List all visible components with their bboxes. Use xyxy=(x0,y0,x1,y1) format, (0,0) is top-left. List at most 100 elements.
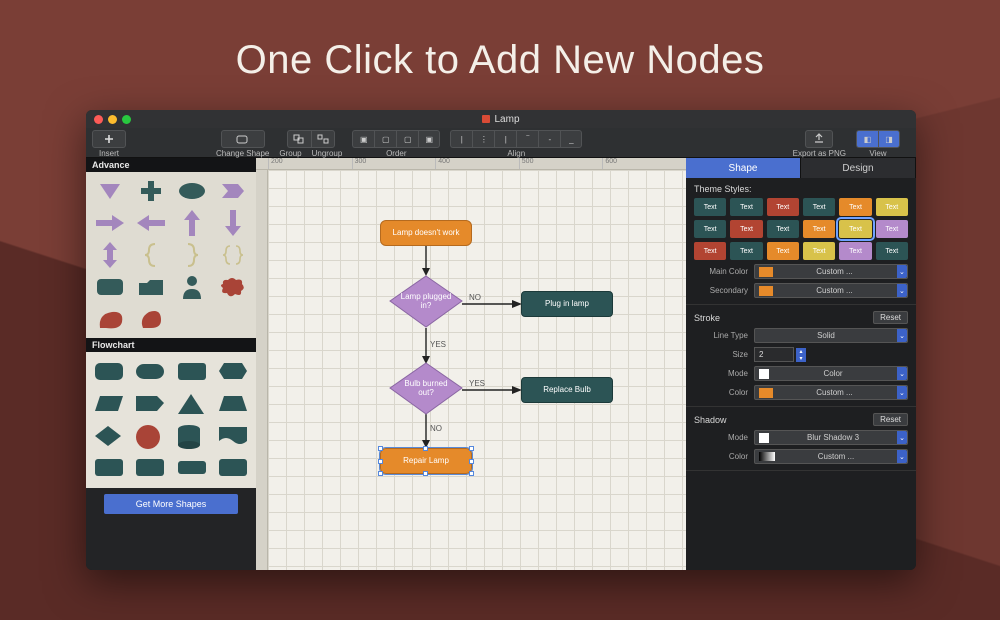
align-top-button[interactable]: ‾ xyxy=(516,130,538,148)
theme-swatch-5[interactable]: Text xyxy=(876,198,908,216)
theme-swatch-11[interactable]: Text xyxy=(876,220,908,238)
fc-diamond[interactable] xyxy=(94,424,124,448)
align-left-button[interactable]: | xyxy=(450,130,472,148)
order-back-button[interactable]: ▣ xyxy=(418,130,440,148)
shape-burst[interactable] xyxy=(218,274,248,300)
fc-cylinder[interactable] xyxy=(177,424,207,448)
shape-roundrect[interactable] xyxy=(95,274,125,300)
node-decision-plugged[interactable]: Lamp plugged in? xyxy=(388,274,464,329)
line-type-dropdown[interactable]: Solid⌄ xyxy=(754,328,908,343)
node-replace-bulb[interactable]: Replace Bulb xyxy=(521,377,613,403)
order-front-button[interactable]: ▣ xyxy=(352,130,374,148)
shape-brace-right[interactable] xyxy=(177,242,207,268)
resize-handle-se[interactable] xyxy=(469,471,474,476)
theme-swatch-12[interactable]: Text xyxy=(694,242,726,260)
node-repair-lamp[interactable]: Repair Lamp xyxy=(380,448,472,474)
order-backward-button[interactable]: ▢ xyxy=(396,130,418,148)
node-plug-in[interactable]: Plug in lamp xyxy=(521,291,613,317)
theme-swatch-13[interactable]: Text xyxy=(730,242,762,260)
fc-doc[interactable] xyxy=(218,424,248,448)
resize-handle-w[interactable] xyxy=(378,459,383,464)
fc-pill[interactable] xyxy=(135,360,165,384)
tab-shape[interactable]: Shape xyxy=(686,158,801,178)
shape-arrow-right[interactable] xyxy=(95,210,125,236)
ungroup-button[interactable] xyxy=(311,130,335,148)
resize-handle-sw[interactable] xyxy=(378,471,383,476)
resize-handle-ne[interactable] xyxy=(469,446,474,451)
group-button[interactable] xyxy=(287,130,311,148)
theme-swatch-2[interactable]: Text xyxy=(767,198,799,216)
stroke-reset-button[interactable]: Reset xyxy=(873,311,908,324)
step-up-icon[interactable]: ▴ xyxy=(796,348,806,355)
theme-swatch-3[interactable]: Text xyxy=(803,198,835,216)
step-down-icon[interactable]: ▾ xyxy=(796,355,806,362)
fc-rect2[interactable] xyxy=(94,456,124,480)
shape-plus[interactable] xyxy=(136,178,166,204)
view-right-toggle[interactable]: ◨ xyxy=(878,130,900,148)
shape-person[interactable] xyxy=(177,274,207,300)
resize-handle-nw[interactable] xyxy=(378,446,383,451)
change-shape-button[interactable] xyxy=(221,130,265,148)
resize-handle-s[interactable] xyxy=(423,471,428,476)
node-start[interactable]: Lamp doesn't work xyxy=(380,220,472,246)
shape-chevron[interactable] xyxy=(218,178,248,204)
fc-hex[interactable] xyxy=(218,360,248,384)
shape-arrow-up[interactable] xyxy=(177,210,207,236)
view-left-toggle[interactable]: ◧ xyxy=(856,130,878,148)
fc-trap[interactable] xyxy=(218,392,248,416)
shape-ellipse[interactable] xyxy=(177,178,207,204)
shape-leaf[interactable] xyxy=(95,306,125,332)
fc-rect4[interactable] xyxy=(177,456,207,480)
stroke-mode-dropdown[interactable]: Color⌄ xyxy=(754,366,908,381)
stroke-size-field[interactable]: 2 xyxy=(754,347,794,362)
tab-design[interactable]: Design xyxy=(801,158,916,178)
stroke-color-dropdown[interactable]: Custom ...⌄ xyxy=(754,385,908,400)
fc-para[interactable] xyxy=(94,392,124,416)
insert-button[interactable] xyxy=(92,130,126,148)
shape-braces[interactable] xyxy=(218,242,248,268)
align-bottom-button[interactable]: _ xyxy=(560,130,582,148)
fc-circle[interactable] xyxy=(135,424,165,448)
resize-handle-e[interactable] xyxy=(469,459,474,464)
theme-swatch-6[interactable]: Text xyxy=(694,220,726,238)
shape-folder[interactable] xyxy=(136,274,166,300)
align-middle-button[interactable]: - xyxy=(538,130,560,148)
theme-swatch-9[interactable]: Text xyxy=(803,220,835,238)
theme-swatch-4[interactable]: Text xyxy=(839,198,871,216)
shape-arrow-left[interactable] xyxy=(136,210,166,236)
shape-brace-left[interactable] xyxy=(136,242,166,268)
resize-handle-n[interactable] xyxy=(423,446,428,451)
fc-roundrect[interactable] xyxy=(94,360,124,384)
fc-rect5[interactable] xyxy=(218,456,248,480)
node-decision-bulb[interactable]: Bulb burned out? xyxy=(388,361,464,416)
secondary-color-dropdown[interactable]: Custom ...⌄ xyxy=(754,283,908,298)
export-button[interactable] xyxy=(805,130,833,148)
category-advance[interactable]: Advance xyxy=(86,158,256,172)
shadow-reset-button[interactable]: Reset xyxy=(873,413,908,426)
main-color-dropdown[interactable]: Custom ...⌄ xyxy=(754,264,908,279)
theme-swatch-10[interactable]: Text xyxy=(839,220,871,238)
shadow-color-dropdown[interactable]: Custom ...⌄ xyxy=(754,449,908,464)
theme-swatch-14[interactable]: Text xyxy=(767,242,799,260)
theme-swatch-7[interactable]: Text xyxy=(730,220,762,238)
order-forward-button[interactable]: ▢ xyxy=(374,130,396,148)
canvas[interactable]: 200300400500600 NO YES YES NO Lamp doesn… xyxy=(256,158,686,570)
theme-swatch-16[interactable]: Text xyxy=(839,242,871,260)
theme-swatch-0[interactable]: Text xyxy=(694,198,726,216)
get-more-shapes-button[interactable]: Get More Shapes xyxy=(104,494,238,514)
align-right-button[interactable]: | xyxy=(494,130,516,148)
stroke-size-stepper[interactable]: 2 ▴▾ xyxy=(754,347,806,362)
fc-rect[interactable] xyxy=(177,360,207,384)
theme-swatch-8[interactable]: Text xyxy=(767,220,799,238)
shape-arrow-down[interactable] xyxy=(218,210,248,236)
shape-arrow-updown[interactable] xyxy=(95,242,125,268)
shape-drop[interactable] xyxy=(136,306,166,332)
category-flowchart[interactable]: Flowchart xyxy=(86,338,256,352)
shadow-mode-dropdown[interactable]: Blur Shadow 3⌄ xyxy=(754,430,908,445)
theme-swatch-1[interactable]: Text xyxy=(730,198,762,216)
align-center-button[interactable]: ⋮ xyxy=(472,130,494,148)
fc-tag[interactable] xyxy=(135,392,165,416)
shape-triangle-down[interactable] xyxy=(95,178,125,204)
fc-triangle[interactable] xyxy=(177,392,207,416)
theme-swatch-17[interactable]: Text xyxy=(876,242,908,260)
